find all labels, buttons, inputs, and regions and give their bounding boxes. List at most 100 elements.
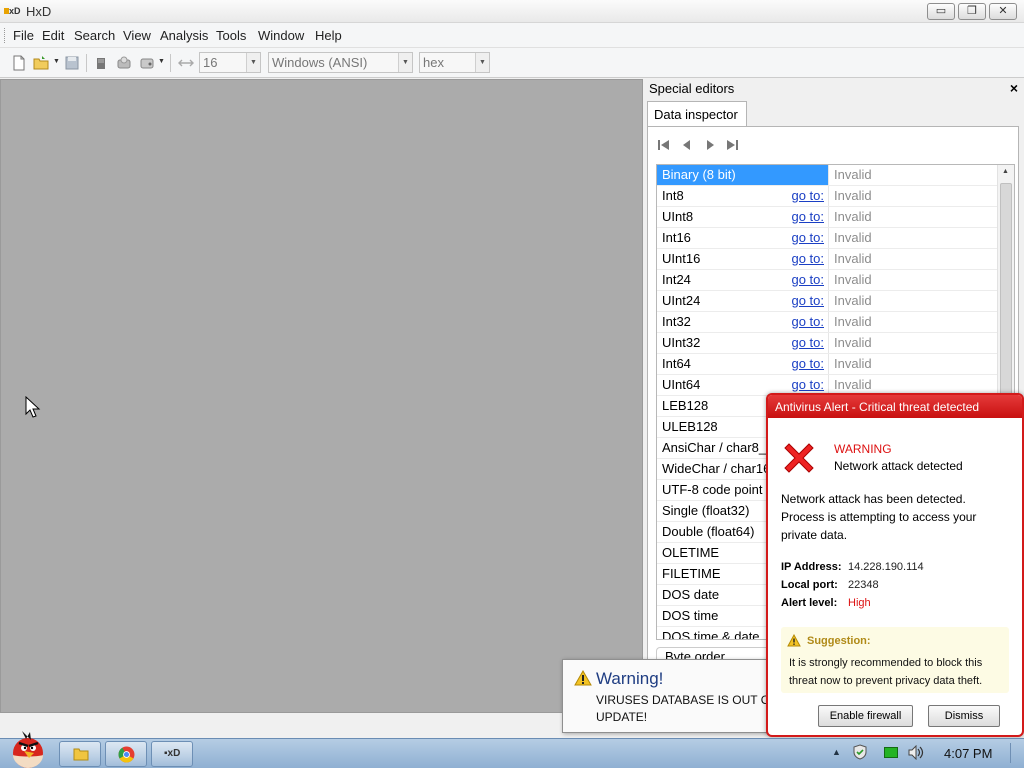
taskbar-chrome[interactable]	[105, 741, 147, 767]
last-icon[interactable]	[725, 138, 739, 152]
inspector-row-value[interactable]: Invalid	[828, 228, 998, 248]
inspector-row-type: Int32 go to:	[662, 314, 824, 329]
toolbar-separator	[86, 54, 87, 72]
inspector-row-value[interactable]: Invalid	[828, 165, 998, 185]
inspector-row-value[interactable]: Invalid	[828, 354, 998, 374]
chevron-down-icon[interactable]: ▼	[398, 53, 412, 72]
port-value: 22348	[848, 579, 879, 591]
menu-edit[interactable]: Edit	[42, 28, 64, 43]
hxd-taskbar-icon: ▪xD	[164, 748, 181, 759]
port-label: Local port:	[781, 579, 838, 591]
taskbar-hxd[interactable]: ▪xD	[151, 741, 193, 767]
inspector-row-value[interactable]: Invalid	[828, 291, 998, 311]
open-dropdown-icon[interactable]: ▼	[53, 58, 60, 65]
dismiss-button[interactable]: Dismiss	[928, 705, 1000, 727]
inspector-row[interactable]: Int32 go to: Invalid	[657, 312, 998, 333]
inspector-row-value[interactable]: Invalid	[828, 207, 998, 227]
inspector-row[interactable]: UInt32 go to: Invalid	[657, 333, 998, 354]
close-button[interactable]: ✕	[989, 3, 1017, 20]
go-to-link[interactable]: go to:	[791, 209, 824, 224]
go-to-link[interactable]: go to:	[791, 230, 824, 245]
menu-grip[interactable]	[4, 28, 7, 43]
inspector-row-value[interactable]: Invalid	[828, 312, 998, 332]
go-to-link[interactable]: go to:	[791, 272, 824, 287]
menu-help[interactable]: Help	[315, 28, 342, 43]
bytes-per-row-value: 16	[203, 55, 218, 70]
bytes-per-row-combo[interactable]: 16 ▼	[199, 52, 261, 73]
inspector-row[interactable]: UInt8 go to: Invalid	[657, 207, 998, 228]
restore-button[interactable]: ❐	[958, 3, 986, 20]
inspector-row-value[interactable]: Invalid	[828, 249, 998, 269]
ram-icon[interactable]	[93, 55, 109, 71]
antivirus-alert-dialog: Antivirus Alert - Critical threat detect…	[766, 393, 1024, 737]
tray-expand-icon[interactable]: ▲	[832, 747, 841, 757]
suggestion-title: Suggestion:	[807, 635, 871, 647]
disk-icon[interactable]	[116, 55, 132, 71]
chevron-down-icon[interactable]: ▼	[246, 53, 260, 72]
security-shield-icon[interactable]	[853, 744, 867, 760]
chevron-down-icon[interactable]: ▼	[475, 53, 489, 72]
drive-icon[interactable]	[139, 55, 155, 71]
inspector-row[interactable]: Int8 go to: Invalid	[657, 186, 998, 207]
go-to-link[interactable]: go to:	[791, 356, 824, 371]
virus-database-warning-popup[interactable]: Warning! VIRUSES DATABASE IS OUT O UPDAT…	[562, 659, 782, 733]
warning-icon	[574, 670, 592, 686]
inspector-row[interactable]: Int16 go to: Invalid	[657, 228, 998, 249]
offset-base-value: hex	[423, 55, 444, 70]
inspector-row-type: Int24 go to:	[662, 272, 824, 287]
go-to-link[interactable]: go to:	[791, 251, 824, 266]
minimize-button[interactable]: ▭	[927, 3, 955, 20]
go-to-link[interactable]: go to:	[791, 314, 824, 329]
inspector-row-value[interactable]: Invalid	[828, 270, 998, 290]
inspector-row-value[interactable]: Invalid	[828, 186, 998, 206]
open-folder-icon[interactable]	[33, 55, 49, 71]
inspector-row[interactable]: UInt16 go to: Invalid	[657, 249, 998, 270]
first-icon[interactable]	[657, 138, 671, 152]
save-icon[interactable]	[64, 55, 80, 71]
angry-bird-start-icon[interactable]	[4, 731, 50, 768]
inspector-row-value[interactable]: Invalid	[828, 375, 998, 395]
menu-file[interactable]: File	[13, 28, 34, 43]
taskbar-explorer[interactable]	[59, 741, 101, 767]
mouse-cursor-icon	[25, 396, 41, 418]
menu-search[interactable]: Search	[74, 28, 115, 43]
bytes-per-row-icon	[178, 59, 194, 67]
alert-subtitle: Network attack detected	[834, 459, 963, 473]
drive-dropdown-icon[interactable]: ▼	[158, 58, 165, 65]
network-icon[interactable]	[884, 747, 898, 758]
clock[interactable]: 4:07 PM	[944, 746, 992, 761]
scroll-up-icon[interactable]: ▲	[1002, 168, 1009, 175]
show-desktop-button[interactable]	[1010, 743, 1022, 763]
tab-data-inspector[interactable]: Data inspector	[647, 101, 747, 127]
go-to-link[interactable]: go to:	[791, 335, 824, 350]
inspector-row[interactable]: Int24 go to: Invalid	[657, 270, 998, 291]
editor-workspace[interactable]	[0, 79, 643, 713]
go-to-link[interactable]: go to:	[791, 293, 824, 308]
menu-window[interactable]: Window	[258, 28, 304, 43]
menu-bar: File Edit Search View Analysis Tools Win…	[0, 23, 1024, 48]
inspector-row-value[interactable]: Invalid	[828, 333, 998, 353]
previous-icon[interactable]	[680, 138, 694, 152]
window-title: HxD	[26, 4, 52, 19]
inspector-row[interactable]: UInt24 go to: Invalid	[657, 291, 998, 312]
menu-analysis[interactable]: Analysis	[160, 28, 208, 43]
charset-combo[interactable]: Windows (ANSI) ▼	[268, 52, 413, 73]
go-to-link[interactable]: go to:	[791, 377, 824, 392]
level-label: Alert level:	[781, 597, 838, 609]
enable-firewall-button[interactable]: Enable firewall	[818, 705, 913, 727]
ip-address-row: IP Address: 14.228.190.114	[781, 561, 924, 573]
volume-icon[interactable]	[908, 745, 924, 760]
next-icon[interactable]	[703, 138, 717, 152]
offset-base-combo[interactable]: hex ▼	[419, 52, 490, 73]
inspector-row[interactable]: Int64 go to: Invalid	[657, 354, 998, 375]
panel-close-icon[interactable]: ×	[1010, 80, 1018, 96]
level-value: High	[848, 597, 871, 609]
alert-header: Antivirus Alert - Critical threat detect…	[768, 395, 1022, 418]
menu-tools[interactable]: Tools	[216, 28, 246, 43]
charset-value: Windows (ANSI)	[272, 55, 368, 70]
menu-view[interactable]: View	[123, 28, 151, 43]
title-bar: xD HxD ▭ ❐ ✕	[0, 0, 1024, 23]
new-file-icon[interactable]	[11, 55, 27, 71]
inspector-row[interactable]: Binary (8 bit) Invalid	[657, 165, 998, 186]
go-to-link[interactable]: go to:	[791, 188, 824, 203]
